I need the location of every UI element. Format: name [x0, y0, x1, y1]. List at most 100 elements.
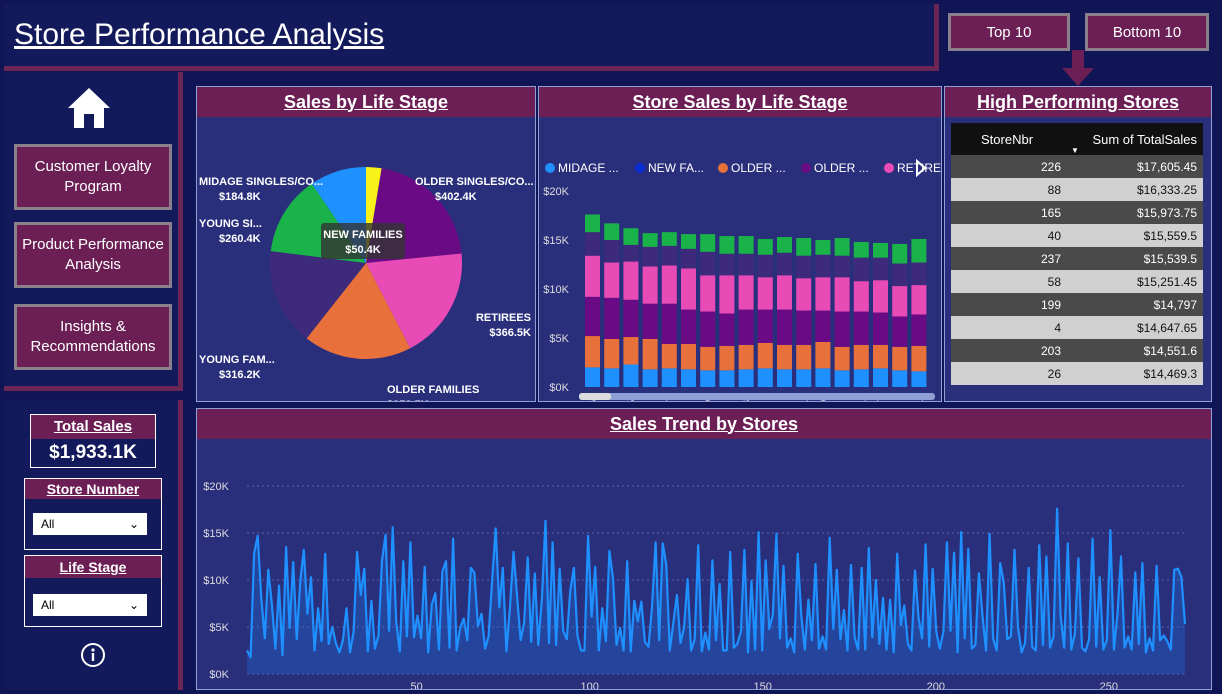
stack-seg-201-4[interactable] [796, 255, 812, 279]
stack-seg-88-4[interactable] [604, 240, 620, 263]
stack-seg-72-1[interactable] [834, 346, 850, 371]
stack-seg-237-5[interactable] [661, 232, 677, 246]
stack-seg-95-2[interactable] [892, 316, 908, 347]
stack-seg-4-0[interactable] [719, 370, 735, 387]
legend-label-0[interactable]: MIDAGE ... [558, 161, 619, 175]
stack-seg-40-2[interactable] [642, 303, 658, 339]
home-icon[interactable] [66, 86, 112, 130]
stack-seg-26-5[interactable] [757, 239, 773, 255]
stack-seg-165-3[interactable] [623, 261, 639, 300]
stack-seg-58-1[interactable] [681, 343, 696, 370]
stack-seg-165-0[interactable] [623, 364, 639, 387]
stack-seg-40-0[interactable] [642, 369, 658, 387]
stack-seg-181-5[interactable] [853, 241, 869, 258]
stack-seg-40-3[interactable] [642, 266, 658, 304]
stack-seg-226-5[interactable] [585, 214, 600, 233]
stack-seg-58-2[interactable] [681, 309, 696, 344]
stack-seg-4-5[interactable] [719, 236, 735, 254]
stack-seg-88-0[interactable] [604, 368, 620, 387]
stack-seg-203-0[interactable] [738, 369, 754, 387]
stack-seg-226-4[interactable] [585, 232, 600, 256]
stack-seg-130-2[interactable] [815, 310, 831, 342]
stack-seg-130-1[interactable] [815, 341, 831, 369]
stack-seg-201-2[interactable] [796, 310, 812, 345]
insights-button[interactable]: Insights & Recommendations [14, 304, 172, 370]
stack-seg-40-4[interactable] [642, 246, 658, 267]
stack-seg-217-5[interactable] [873, 242, 888, 258]
stack-seg-199-0[interactable] [700, 370, 716, 387]
stack-seg-88-3[interactable] [604, 262, 620, 298]
stack-seg-199-1[interactable] [700, 346, 716, 371]
stack-seg-4-2[interactable] [719, 313, 735, 346]
stack-seg-81-3[interactable] [777, 275, 792, 310]
stack-seg-203-5[interactable] [738, 236, 754, 254]
stack-seg-26-2[interactable] [757, 309, 773, 343]
table-row[interactable]: 165 $15,973.75 [951, 201, 1203, 224]
stack-seg-130-3[interactable] [815, 277, 831, 311]
stack-seg-72-0[interactable] [834, 370, 850, 387]
stack-seg-72-5[interactable] [834, 238, 850, 256]
stack-seg-72-4[interactable] [834, 255, 850, 278]
table-row[interactable]: 203 $14,551.6 [951, 339, 1203, 362]
table-row[interactable]: 40 $15,559.5 [951, 224, 1203, 247]
stack-seg-201-3[interactable] [796, 278, 812, 311]
product-performance-button[interactable]: Product Performance Analysis [14, 222, 172, 288]
stack-seg-261-4[interactable] [911, 262, 927, 286]
table-row[interactable]: 237 $15,539.5 [951, 247, 1203, 270]
table-row[interactable]: 199 $14,797 [951, 293, 1203, 316]
stack-seg-88-5[interactable] [604, 223, 620, 240]
stack-seg-58-3[interactable] [681, 268, 696, 310]
stack-seg-58-4[interactable] [681, 248, 696, 269]
stack-seg-237-3[interactable] [661, 265, 677, 304]
stack-seg-26-3[interactable] [757, 277, 773, 310]
table-row[interactable]: 26 $14,469.3 [951, 362, 1203, 385]
stack-seg-81-5[interactable] [777, 237, 792, 253]
stack-seg-201-0[interactable] [796, 369, 812, 387]
stack-seg-203-4[interactable] [738, 253, 754, 276]
stack-seg-201-5[interactable] [796, 238, 812, 256]
stack-seg-165-1[interactable] [623, 337, 639, 365]
stack-seg-181-2[interactable] [853, 311, 869, 345]
stack-seg-4-1[interactable] [719, 345, 735, 371]
stack-seg-217-0[interactable] [873, 368, 888, 387]
stack-seg-217-4[interactable] [873, 257, 888, 281]
legend-label-2[interactable]: OLDER ... [731, 161, 786, 175]
stack-seg-226-1[interactable] [585, 336, 600, 368]
stack-seg-199-3[interactable] [700, 275, 716, 312]
stack-seg-72-3[interactable] [834, 277, 850, 312]
stack-seg-261-3[interactable] [911, 285, 927, 315]
stack-seg-181-0[interactable] [853, 369, 869, 387]
stack-seg-237-4[interactable] [661, 245, 677, 266]
stack-seg-88-2[interactable] [604, 297, 620, 339]
stack-seg-95-3[interactable] [892, 286, 908, 317]
stack-seg-237-1[interactable] [661, 343, 677, 369]
stack-seg-203-2[interactable] [738, 309, 754, 345]
stack-seg-237-2[interactable] [661, 303, 677, 344]
stack-seg-95-0[interactable] [892, 370, 908, 387]
header-sum-totalsales[interactable]: Sum of TotalSales ▼ [1061, 132, 1203, 155]
stack-seg-58-0[interactable] [681, 369, 696, 387]
stack-seg-26-4[interactable] [757, 254, 773, 278]
stack-seg-181-1[interactable] [853, 344, 869, 370]
stack-seg-26-0[interactable] [757, 368, 773, 387]
stack-seg-81-1[interactable] [777, 344, 792, 370]
stack-seg-130-0[interactable] [815, 368, 831, 387]
life-stage-dropdown[interactable]: All ⌄ [33, 594, 147, 616]
stack-seg-199-2[interactable] [700, 311, 716, 347]
top-10-button[interactable]: Top 10 [948, 13, 1070, 51]
header-storenbr[interactable]: StoreNbr [951, 132, 1061, 147]
stack-seg-130-4[interactable] [815, 254, 831, 278]
stack-seg-88-1[interactable] [604, 338, 620, 369]
stack-seg-81-4[interactable] [777, 252, 792, 276]
stack-seg-203-1[interactable] [738, 344, 754, 370]
stack-seg-226-2[interactable] [585, 296, 600, 337]
stack-seg-201-1[interactable] [796, 344, 812, 370]
table-row[interactable]: 88 $16,333.25 [951, 178, 1203, 201]
stack-scroll-thumb[interactable] [579, 393, 611, 400]
stack-seg-261-5[interactable] [911, 239, 927, 263]
stack-seg-261-2[interactable] [911, 314, 927, 346]
stack-seg-217-2[interactable] [873, 312, 888, 345]
stack-seg-81-2[interactable] [777, 309, 792, 345]
stack-seg-199-4[interactable] [700, 251, 716, 276]
stack-seg-4-3[interactable] [719, 275, 735, 314]
